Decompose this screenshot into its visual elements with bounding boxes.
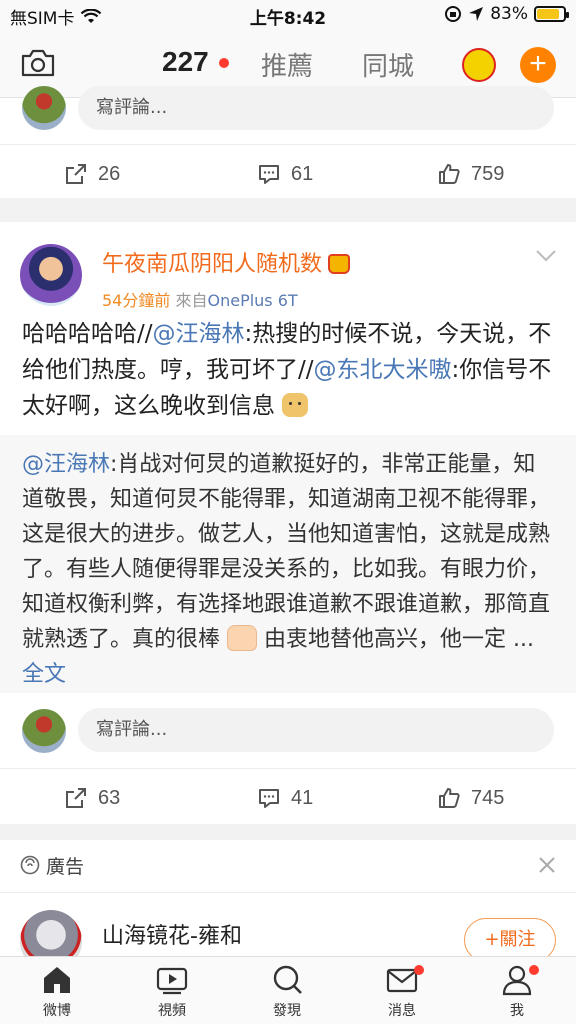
notification-dot bbox=[529, 965, 539, 975]
action-bar: 63 41 745 bbox=[0, 768, 576, 828]
repost-button[interactable]: 26 bbox=[64, 144, 120, 204]
tab-label: 視頻 bbox=[158, 1003, 186, 1019]
repost-text: :肖战对何炅的道歉挺好的，非常正能量，知道敬畏，知道何炅不能得罪，知道湖南卫视不… bbox=[22, 452, 551, 652]
repost-icon bbox=[66, 788, 86, 808]
tab-video[interactable]: 視頻 bbox=[132, 963, 212, 1020]
comment-button[interactable]: 61 bbox=[257, 144, 313, 204]
tab-me[interactable]: 我 bbox=[477, 963, 557, 1020]
tab-local[interactable]: 同城 bbox=[362, 46, 414, 83]
tab-following[interactable]: 227 bbox=[162, 46, 209, 78]
tab-label: 微博 bbox=[43, 1003, 71, 1019]
tab-label: 我 bbox=[510, 1003, 524, 1019]
comment-icon bbox=[259, 789, 279, 808]
post-time: 54分鐘前 bbox=[102, 291, 171, 310]
thumbs-up-emoji-icon bbox=[227, 625, 258, 651]
author-name-text[interactable]: 午夜南瓜阴阳人随机数 bbox=[102, 252, 322, 277]
comment-count: 61 bbox=[291, 162, 314, 185]
tab-home[interactable]: 微博 bbox=[17, 963, 97, 1020]
mention-link[interactable]: @东北大米嗷 bbox=[314, 357, 452, 383]
new-posts-dot bbox=[219, 58, 229, 68]
comment-icon bbox=[259, 165, 279, 184]
comment-button[interactable]: 41 bbox=[257, 768, 313, 828]
repost-count: 63 bbox=[98, 786, 121, 809]
post-body: 哈哈哈哈哈//@汪海林:热搜的时候不说，今天说，不给他们热度。哼，我可坏了//@… bbox=[22, 316, 552, 424]
ad-icon bbox=[20, 855, 40, 875]
crown-badge-icon bbox=[328, 254, 351, 274]
doge-emoji-icon bbox=[282, 393, 309, 417]
like-button[interactable]: 759 bbox=[437, 144, 504, 204]
repost-button[interactable]: 63 bbox=[64, 768, 120, 828]
chevron-down-icon[interactable] bbox=[536, 250, 556, 262]
bottom-tab-bar: 微博 視頻 發現 消息 我 bbox=[0, 956, 576, 1024]
avatar bbox=[22, 86, 66, 130]
comment-row: 寫評論... bbox=[0, 698, 576, 764]
tab-recommended[interactable]: 推薦 bbox=[261, 46, 313, 83]
like-count: 759 bbox=[471, 162, 505, 185]
divider bbox=[0, 892, 576, 893]
status-bar: 無SIM卡 上午8:42 83% bbox=[0, 0, 576, 32]
repost-body: @汪海林:肖战对何炅的道歉挺好的，非常正能量，知道敬畏，知道何炅不能得罪，知道湖… bbox=[22, 447, 554, 692]
source-prefix: 來自 bbox=[175, 291, 208, 310]
like-button[interactable]: 745 bbox=[437, 768, 504, 828]
battery-icon bbox=[534, 6, 569, 22]
orientation-lock-icon bbox=[445, 6, 462, 22]
camera-icon[interactable] bbox=[20, 48, 56, 78]
emblem-icon[interactable] bbox=[462, 48, 496, 82]
ad-label: 廣告 bbox=[46, 856, 85, 878]
tab-messages[interactable]: 消息 bbox=[362, 963, 442, 1020]
tab-label: 消息 bbox=[388, 1003, 416, 1019]
avatar bbox=[22, 709, 66, 753]
tab-label: 發現 bbox=[273, 1003, 301, 1019]
post-text-part: 哈哈哈哈哈// bbox=[22, 321, 153, 347]
thumbs-up-icon bbox=[439, 164, 460, 184]
comment-input[interactable]: 寫評論... bbox=[78, 86, 554, 130]
ad-account-name[interactable]: 山海镜花-雍和 bbox=[102, 918, 242, 950]
mention-link[interactable]: @汪海林 bbox=[153, 321, 245, 347]
action-bar: 26 61 759 bbox=[0, 144, 576, 204]
thumbs-up-icon bbox=[439, 788, 460, 808]
mention-link[interactable]: @汪海林 bbox=[22, 452, 110, 477]
comment-input[interactable]: 寫評論... bbox=[78, 708, 554, 752]
full-text-link[interactable]: 全文 bbox=[22, 662, 66, 687]
status-right: 83% bbox=[444, 4, 569, 24]
video-icon bbox=[156, 967, 188, 995]
compose-button[interactable]: + bbox=[520, 47, 556, 83]
close-icon[interactable] bbox=[537, 855, 557, 875]
notification-dot bbox=[414, 965, 424, 975]
repost-tail: 由衷地替他高兴，他一定 ... bbox=[257, 627, 534, 652]
reposted-content[interactable]: @汪海林:肖战对何炅的道歉挺好的，非常正能量，知道敬畏，知道何炅不能得罪，知道湖… bbox=[0, 435, 576, 693]
source-device[interactable]: OnePlus 6T bbox=[207, 291, 297, 310]
author-name[interactable]: 午夜南瓜阴阳人随机数 bbox=[102, 246, 351, 278]
author-avatar[interactable] bbox=[20, 244, 82, 306]
previous-post-card: 寫評論... 26 61 759 bbox=[0, 86, 576, 198]
home-icon bbox=[44, 967, 70, 993]
location-arrow-icon bbox=[469, 7, 484, 21]
like-count: 745 bbox=[471, 786, 505, 809]
post-meta: 54分鐘前 來自OnePlus 6T bbox=[102, 287, 298, 311]
repost-icon bbox=[66, 164, 86, 184]
repost-count: 26 bbox=[98, 162, 121, 185]
battery-percent: 83% bbox=[490, 4, 528, 24]
comment-count: 41 bbox=[291, 786, 314, 809]
search-icon bbox=[273, 965, 302, 994]
tab-discover[interactable]: 發現 bbox=[247, 963, 327, 1020]
